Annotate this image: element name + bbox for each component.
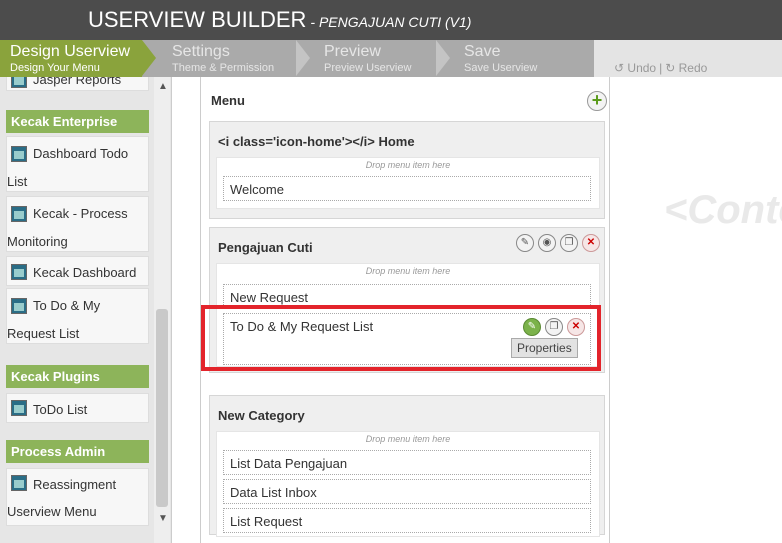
- step-arrow: [436, 40, 450, 76]
- menu-item-icon: [11, 475, 27, 491]
- category-edit-button[interactable]: ✎: [516, 234, 534, 252]
- step-arrow: [142, 40, 156, 76]
- step-arrow: [296, 40, 310, 76]
- undo-label: Undo: [627, 61, 657, 75]
- step-settings[interactable]: Settings Theme & Permission: [158, 40, 298, 77]
- drop-hint: Drop menu item here: [365, 266, 451, 276]
- palette-item-label-cont: List: [7, 174, 28, 189]
- step-label: Design Userview: [10, 43, 131, 60]
- step-sublabel: Design Your Menu: [10, 62, 100, 74]
- close-icon: ✕: [586, 237, 596, 248]
- category-delete-button[interactable]: ✕: [582, 234, 600, 252]
- scroll-down-arrow-icon[interactable]: ▼: [158, 513, 168, 524]
- step-label: Settings: [172, 43, 230, 60]
- palette-item-reassingment-userview-menu[interactable]: Reassingment Userview Menu: [6, 468, 149, 526]
- menu-item-list-request[interactable]: List Request: [223, 508, 591, 533]
- palette-item-label: ToDo List: [33, 402, 88, 417]
- eye-icon: ◉: [542, 237, 552, 248]
- palette-item-label: Reassingment: [33, 477, 117, 492]
- menu-item-list-data-pengajuan[interactable]: List Data Pengajuan: [223, 450, 591, 475]
- step-sublabel: Theme & Permission: [172, 62, 275, 74]
- userview-menu-canvas: Menu + <i class='icon-home'></i> Home Dr…: [200, 77, 610, 543]
- menu-item-icon: [11, 298, 27, 314]
- menu-item-icon: [11, 146, 27, 162]
- toolbar-separator: |: [659, 61, 663, 75]
- palette-item-label: Kecak Dashboard: [33, 265, 137, 280]
- redo-label: Redo: [678, 61, 708, 75]
- step-label: Save: [464, 43, 501, 60]
- menu-section-title: Menu: [211, 93, 245, 108]
- step-preview[interactable]: Preview Preview Userview: [312, 40, 436, 77]
- menu-item-welcome[interactable]: Welcome: [223, 176, 591, 201]
- menu-drop-area: Drop menu item here Welcome: [216, 157, 600, 209]
- content-placeholder: <Conte: [664, 188, 782, 232]
- category-home[interactable]: <i class='icon-home'></i> Home Drop menu…: [209, 121, 605, 219]
- menu-item-icon: [11, 264, 27, 280]
- palette-item-dashboard-todo-list[interactable]: Dashboard Todo List: [6, 136, 149, 192]
- category-name: Pengajuan Cuti: [218, 240, 313, 255]
- palette-item-label: Kecak - Process: [33, 206, 128, 221]
- palette-item-label-cont: Userview Menu: [7, 504, 97, 519]
- sidebar-scrollbar-thumb[interactable]: [156, 309, 168, 507]
- drop-hint: Drop menu item here: [365, 160, 451, 170]
- step-label: Preview: [324, 43, 381, 60]
- category-new-category[interactable]: New Category Drop menu item here List Da…: [209, 395, 605, 537]
- palette-item-label: Dashboard Todo: [33, 146, 129, 161]
- userview-builder: USERVIEW BUILDER - PENGAJUAN CUTI (V1) De…: [0, 0, 782, 543]
- scroll-up-arrow-icon[interactable]: ▲: [158, 81, 168, 92]
- redo-icon: ↻: [665, 61, 676, 75]
- palette-item-todo-list[interactable]: ToDo List: [6, 393, 149, 423]
- palette-item-jasper-reports[interactable]: Jasper Reports: [6, 77, 149, 91]
- category-copy-button[interactable]: ❐: [560, 234, 578, 252]
- menu-item-icon: [11, 206, 27, 222]
- menu-item-icon: [11, 77, 27, 88]
- step-sublabel: Preview Userview: [324, 62, 412, 74]
- menu-item-data-list-inbox[interactable]: Data List Inbox: [223, 479, 591, 504]
- palette-category-process-admin: Process Admin: [6, 440, 149, 463]
- palette-item-kecak-dashboard[interactable]: Kecak Dashboard: [6, 256, 149, 286]
- palette-item-label: Jasper Reports: [33, 77, 122, 87]
- edit-icon: ✎: [520, 237, 530, 248]
- drop-hint: Drop menu item here: [365, 434, 451, 444]
- category-name: New Category: [218, 408, 305, 423]
- step-design-userview[interactable]: Design Userview Design Your Menu: [0, 40, 142, 77]
- palette-category-kecak-plugins: Kecak Plugins: [6, 365, 149, 388]
- menu-palette-sidebar: Jasper Reports Kecak Enterprise Dashboar…: [0, 77, 172, 543]
- add-category-button[interactable]: +: [587, 91, 607, 111]
- step-sublabel: Save Userview: [464, 62, 538, 74]
- builder-title: USERVIEW BUILDER: [88, 7, 307, 32]
- undo-redo-toolbar: ↺ Undo | ↻ Redo: [614, 61, 707, 75]
- userview-name: - PENGAJUAN CUTI (V1): [310, 14, 472, 30]
- category-hide-button[interactable]: ◉: [538, 234, 556, 252]
- palette-item-label: To Do & My: [33, 298, 101, 313]
- highlight-frame: [201, 305, 601, 371]
- copy-icon: ❐: [564, 237, 574, 248]
- redo-button[interactable]: ↻ Redo: [665, 61, 707, 75]
- step-save[interactable]: Save Save Userview: [452, 40, 594, 77]
- app-header: USERVIEW BUILDER - PENGAJUAN CUTI (V1): [0, 0, 782, 40]
- palette-item-todo-my-request-list[interactable]: To Do & My Request List: [6, 288, 149, 344]
- menu-item-icon: [11, 400, 27, 416]
- plus-icon: +: [591, 90, 603, 110]
- undo-icon: ↺: [614, 61, 625, 75]
- page-title: USERVIEW BUILDER - PENGAJUAN CUTI (V1): [88, 7, 471, 33]
- menu-drop-area: Drop menu item here List Data Pengajuan …: [216, 431, 600, 537]
- undo-button[interactable]: ↺ Undo: [614, 61, 656, 75]
- category-name: <i class='icon-home'></i> Home: [218, 134, 415, 149]
- palette-item-kecak-process-monitoring[interactable]: Kecak - Process Monitoring: [6, 196, 149, 252]
- palette-item-label-cont: Request List: [7, 326, 80, 341]
- palette-category-kecak-enterprise: Kecak Enterprise: [6, 110, 149, 133]
- palette-item-label-cont: Monitoring: [7, 234, 68, 249]
